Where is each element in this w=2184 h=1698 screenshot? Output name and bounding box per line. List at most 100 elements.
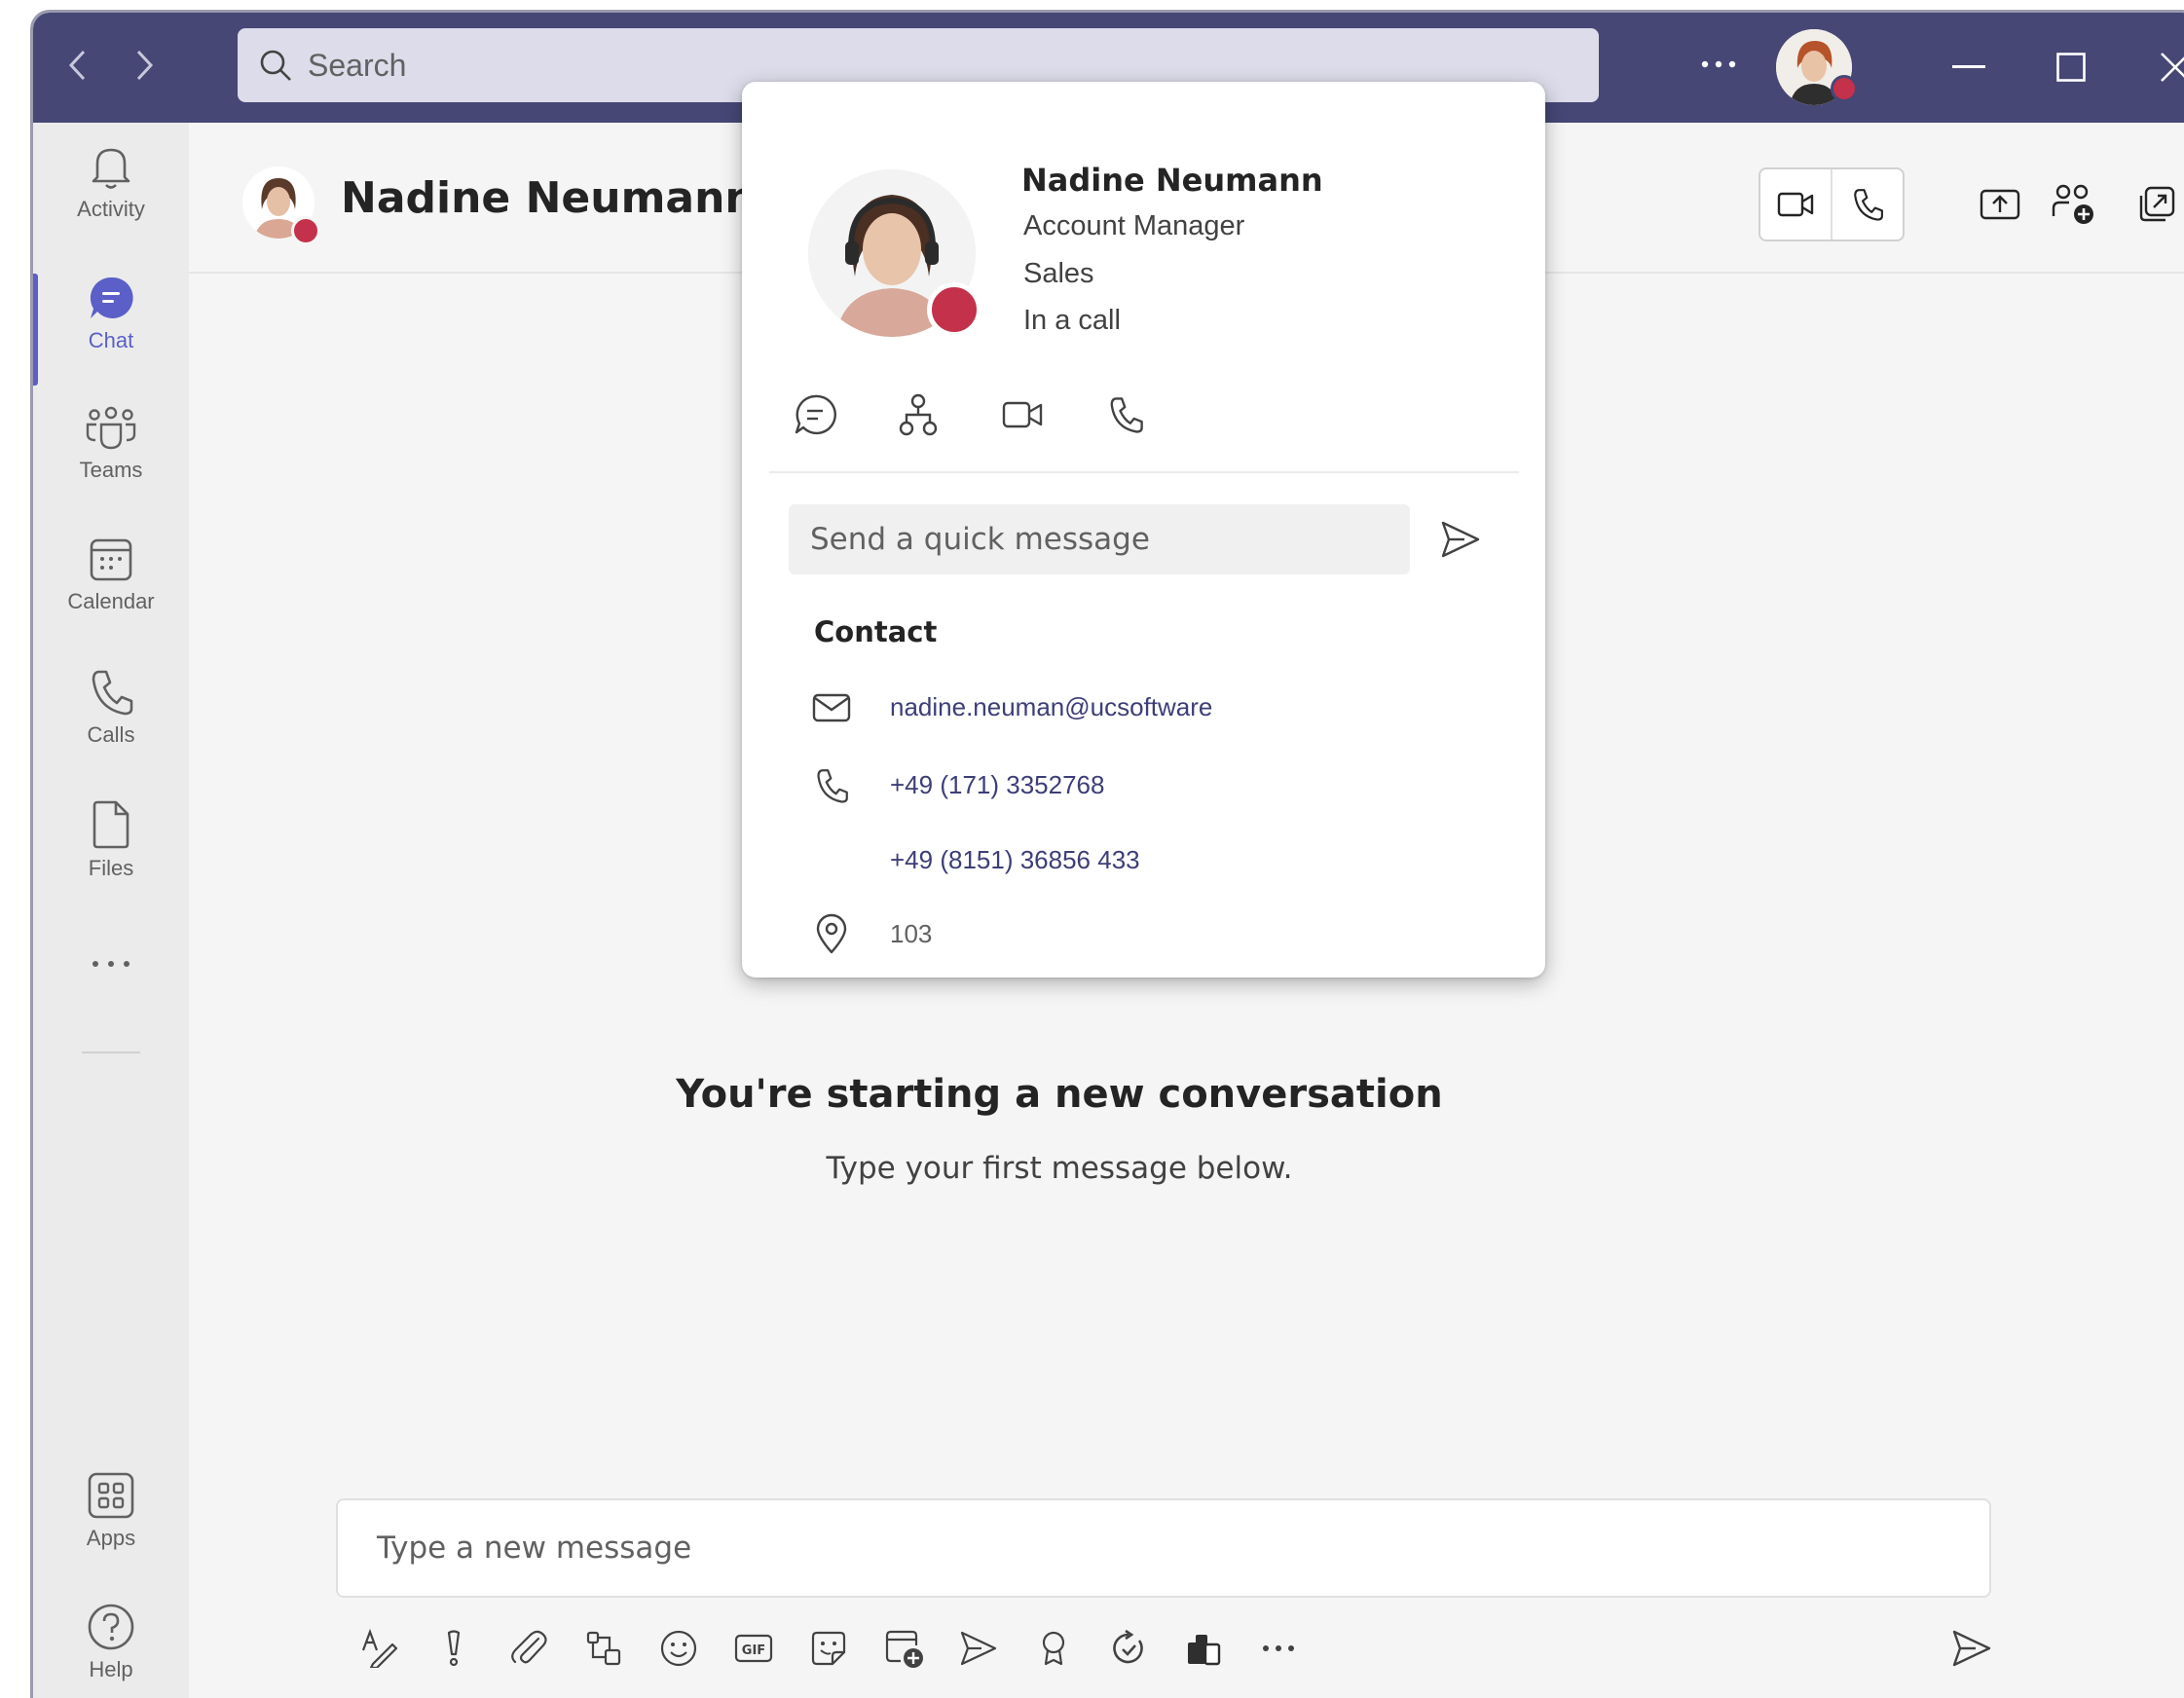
- org-chart-icon: [899, 393, 938, 436]
- chevron-right-icon: [136, 50, 154, 81]
- rail-divider: [82, 1052, 140, 1053]
- video-camera-icon: [1777, 192, 1814, 217]
- emoji-button[interactable]: [649, 1619, 708, 1678]
- search-placeholder: Search: [308, 47, 407, 83]
- audio-call-button[interactable]: [1831, 169, 1903, 240]
- rail-item-files[interactable]: Files: [33, 799, 189, 926]
- send-message-button[interactable]: [1941, 1619, 2003, 1678]
- rail-label-apps: Apps: [86, 1526, 136, 1550]
- card-video-call-button[interactable]: [993, 386, 1052, 444]
- app-rail: Activity Chat Teams Calendar Calls Files: [33, 123, 189, 1698]
- gif-button[interactable]: GIF: [724, 1619, 783, 1678]
- maximize-icon: [2056, 53, 2086, 82]
- phone-icon: [817, 769, 848, 803]
- sticker-button[interactable]: [799, 1619, 858, 1678]
- calendar-icon: [90, 538, 132, 581]
- more-horizontal-icon: [93, 961, 130, 967]
- quick-message-send-button[interactable]: [1429, 508, 1492, 571]
- format-text-icon: [361, 1629, 398, 1668]
- email-icon-wrap: [802, 679, 861, 737]
- video-camera-icon: [1002, 401, 1043, 428]
- share-screen-icon: [1980, 189, 2020, 220]
- rail-item-chat[interactable]: Chat: [33, 274, 189, 400]
- add-people-icon: [2052, 184, 2093, 224]
- chat-bubble-icon: [90, 277, 133, 318]
- loop-component-icon: [586, 1631, 621, 1666]
- rail-item-calls[interactable]: Calls: [33, 668, 189, 794]
- close-window-button[interactable]: [2148, 40, 2184, 94]
- rail-item-apps[interactable]: Apps: [33, 1471, 189, 1598]
- more-horizontal-icon: [1701, 60, 1736, 68]
- pop-out-chat-button[interactable]: [2129, 177, 2184, 232]
- schedule-meeting-button[interactable]: [874, 1619, 933, 1678]
- chat-contact-name[interactable]: Nadine Neumann: [341, 173, 756, 223]
- rail-item-help[interactable]: Help: [33, 1603, 189, 1698]
- video-call-button[interactable]: [1760, 169, 1831, 240]
- pop-out-icon: [2139, 186, 2175, 222]
- quick-message-input[interactable]: Send a quick message: [789, 504, 1410, 574]
- paperclip-icon: [511, 1630, 547, 1664]
- apps-grid-icon: [88, 1472, 134, 1519]
- phone-icon: [92, 670, 133, 716]
- profile-card-divider: [769, 471, 1519, 473]
- my-status-badge: [1831, 75, 1858, 102]
- phone-icon-wrap: [802, 757, 861, 815]
- rail-label-activity: Activity: [77, 197, 145, 221]
- call-button-group: [1758, 167, 1905, 241]
- rail-item-activity[interactable]: Activity: [33, 142, 189, 269]
- card-org-chart-button[interactable]: [889, 386, 947, 444]
- emoji-icon: [660, 1630, 697, 1667]
- forward-button[interactable]: [125, 46, 164, 85]
- profile-card: Nadine Neumann Account Manager Sales In …: [742, 82, 1545, 978]
- app-extension-icon: [1188, 1635, 1221, 1666]
- share-screen-button[interactable]: [1973, 177, 2027, 232]
- location-pin-icon: [816, 913, 847, 954]
- rail-item-calendar[interactable]: Calendar: [33, 536, 189, 663]
- rail-item-teams[interactable]: Teams: [33, 405, 189, 532]
- attach-button[interactable]: [500, 1619, 558, 1678]
- priority-button[interactable]: [425, 1619, 483, 1678]
- loop-component-button[interactable]: [574, 1619, 633, 1678]
- more-horizontal-icon: [1263, 1645, 1294, 1651]
- card-audio-call-button[interactable]: [1096, 386, 1155, 444]
- send-icon: [1952, 1630, 1991, 1667]
- more-compose-options-button[interactable]: [1249, 1619, 1308, 1678]
- svg-text:GIF: GIF: [742, 1643, 765, 1658]
- send-forward-icon: [960, 1631, 997, 1666]
- refresh-check-icon: [1113, 1629, 1143, 1664]
- sticker-icon: [811, 1631, 846, 1666]
- maximize-button[interactable]: [2044, 40, 2098, 94]
- calendar-add-icon: [885, 1630, 923, 1668]
- new-conversation-subtitle: Type your first message below.: [826, 1151, 1293, 1186]
- stream-button[interactable]: [949, 1619, 1008, 1678]
- back-button[interactable]: [58, 46, 97, 85]
- contact-mobile-phone-link[interactable]: +49 (171) 3352768: [890, 770, 1104, 800]
- format-button[interactable]: [350, 1619, 408, 1678]
- profile-status-text: In a call: [1023, 305, 1121, 336]
- rail-more-apps-button[interactable]: [33, 960, 189, 1009]
- bell-icon: [92, 148, 130, 189]
- file-icon: [93, 800, 130, 849]
- message-compose-input[interactable]: Type a new message: [336, 1498, 1991, 1598]
- teams-icon: [86, 406, 136, 450]
- rail-label-files: Files: [88, 856, 134, 880]
- rail-label-help: Help: [89, 1657, 133, 1681]
- close-icon: [2161, 53, 2184, 82]
- praise-badge-icon: [1042, 1631, 1065, 1666]
- phone-icon: [1110, 397, 1143, 433]
- loop-refresh-button[interactable]: [1099, 1619, 1158, 1678]
- minimize-button[interactable]: [1942, 40, 1996, 94]
- settings-more-button[interactable]: [1694, 42, 1743, 87]
- profile-name: Nadine Neumann: [1021, 162, 1323, 199]
- add-people-button[interactable]: [2047, 177, 2101, 232]
- contact-work-phone-link[interactable]: +49 (8151) 36856 433: [890, 845, 1140, 875]
- contact-email-link[interactable]: nadine.neuman@ucsoftware: [890, 692, 1212, 722]
- new-conversation-title: You're starting a new conversation: [676, 1072, 1443, 1117]
- card-chat-button[interactable]: [786, 386, 844, 444]
- app-extension-button[interactable]: [1174, 1619, 1233, 1678]
- contact-office-location: 103: [890, 919, 933, 948]
- contact-status-badge: [291, 216, 320, 245]
- praise-button[interactable]: [1024, 1619, 1083, 1678]
- contact-section-heading: Contact: [814, 615, 938, 648]
- mail-icon: [812, 693, 851, 722]
